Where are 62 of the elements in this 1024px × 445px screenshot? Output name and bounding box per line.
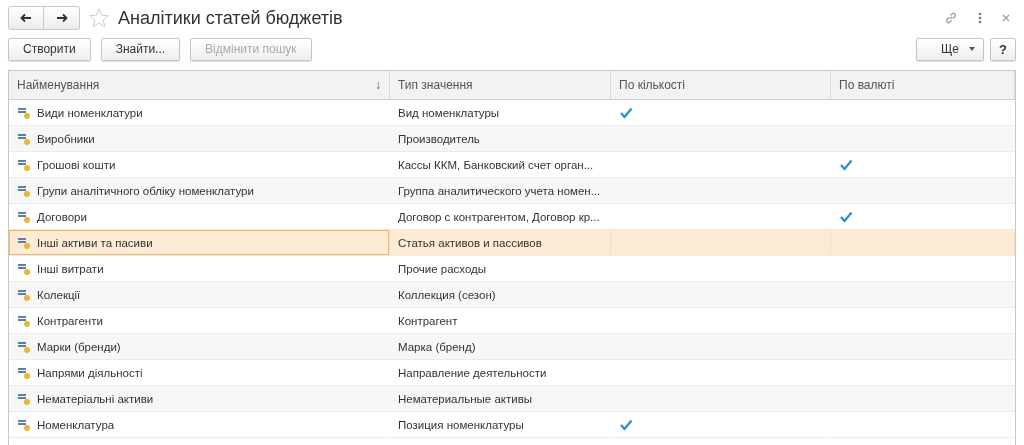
name-cell[interactable]: Колекції [9,282,390,308]
name-text: Марки (бренди) [37,340,121,353]
close-icon [1002,14,1010,22]
type-cell: Коллекция (сезон) [390,282,611,308]
window-title: Аналітики статей бюджетів [118,7,344,29]
name-text: Колекції [37,288,81,301]
name-cell[interactable]: Виробники [9,126,390,152]
type-cell: Производитель [390,126,611,152]
attribute-icon [17,157,31,172]
name-text: Номенклатура [37,418,115,431]
type-cell: Марка (бренд) [390,334,611,360]
attribute-icon [17,105,31,120]
attribute-icon [17,365,31,380]
attribute-icon [17,417,31,432]
type-cell: Нематериальные активы [390,386,611,412]
name-cell[interactable]: Інші активи та пасиви [9,230,390,256]
link-icon [944,11,958,25]
name-text: Напрями діяльності [37,366,143,379]
column-header[interactable]: Найменування ↓ [9,71,390,100]
more-label: Ще [941,42,959,56]
name-text: Грошові кошти [37,158,116,171]
attribute-icon [17,209,31,224]
name-text: Інші витрати [37,262,104,275]
sort-arrow: ↓ [375,78,381,92]
attribute-icon [17,339,31,354]
attribute-icon [17,313,31,328]
attribute-icon [17,183,31,198]
attribute-icon [17,261,31,276]
column-header[interactable]: По кількості [611,71,831,100]
name-text: Виробники [37,132,95,145]
column-header[interactable]: Тип значення [390,71,611,100]
attribute-icon [17,287,31,302]
name-text: Види номенклатури [37,106,143,119]
column-header[interactable]: По валюті [831,71,1015,100]
forward-button[interactable] [44,6,80,30]
toolbar-button[interactable]: Знайти... [100,37,181,61]
type-cell: Статья активов и пассивов [390,230,611,256]
name-text: Нематеріальні активи [37,392,154,405]
column-title: По кількості [619,78,686,92]
name-text: Групи аналітичного обліку номенклатури [37,184,254,197]
right-arrow-icon [55,13,68,23]
help-button[interactable]: ? [990,37,1016,61]
back-button[interactable] [8,6,44,30]
name-cell[interactable]: Марки (бренди) [9,334,390,360]
column-title: По валюті [839,78,895,92]
column-title: Найменування [17,78,100,92]
more-icon [978,12,982,24]
name-text: Контрагенти [37,314,103,327]
caret-icon [969,47,975,51]
name-cell[interactable]: Групи аналітичного обліку номенклатури [9,178,390,204]
attribute-icon [17,391,31,406]
type-cell: Группа аналитического учета номен... [390,178,611,204]
name-text: Інші активи та пасиви [37,236,153,249]
toolbar-button[interactable]: Створити [8,37,91,61]
attribute-icon [17,131,31,146]
name-text: Договори [37,210,87,223]
star-icon[interactable] [88,7,110,29]
left-arrow-icon [20,13,32,23]
more-button[interactable]: Ще [916,37,984,61]
attribute-icon [17,235,31,250]
name-cell[interactable]: Нематеріальні активи [9,386,390,412]
column-title: Тип значення [398,78,473,92]
